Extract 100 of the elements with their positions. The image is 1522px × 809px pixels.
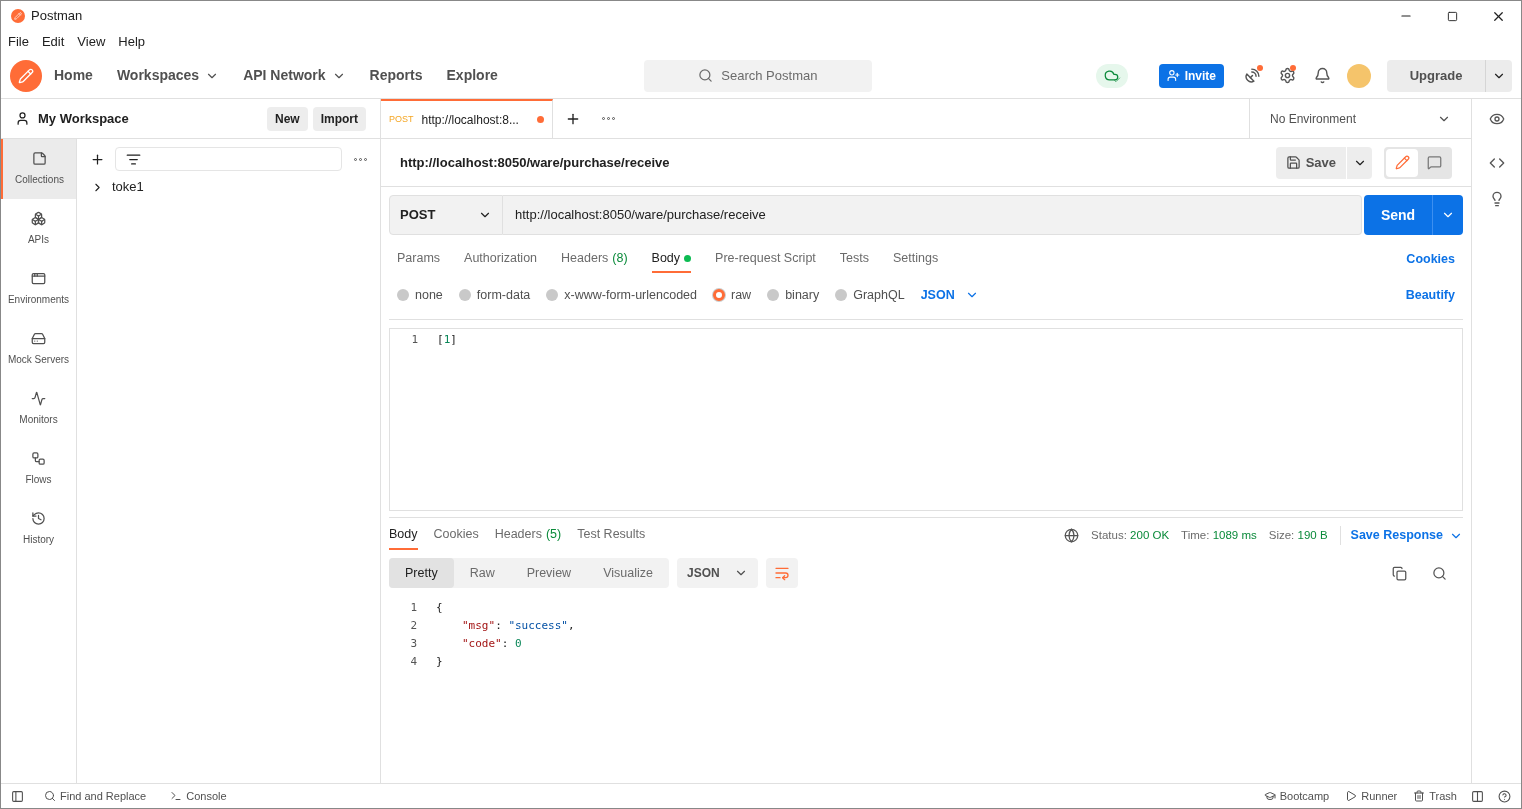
window-title: Postman: [31, 7, 83, 26]
copy-icon[interactable]: [1392, 565, 1407, 581]
new-button[interactable]: New: [266, 106, 308, 131]
body-type-radio[interactable]: form-data: [458, 285, 531, 305]
eye-icon[interactable]: [1488, 111, 1505, 127]
user-icon: [15, 111, 30, 126]
two-pane-icon[interactable]: [1471, 789, 1484, 803]
response-meta: Status: 200 OK: [1091, 527, 1170, 543]
import-button[interactable]: Import: [312, 106, 366, 131]
save-icon: [1285, 155, 1301, 170]
activity-icon: [31, 391, 46, 406]
format-select[interactable]: JSON: [920, 285, 979, 305]
code-line: }: [436, 654, 443, 670]
app-logo-icon: [11, 9, 25, 23]
response-tab[interactable]: Cookies: [433, 521, 479, 550]
response-format-select[interactable]: JSON: [676, 558, 758, 588]
drive-icon: [31, 331, 46, 346]
maximize-icon: [1446, 10, 1458, 22]
search-field[interactable]: Search Postman: [643, 59, 872, 92]
filter-field[interactable]: [115, 147, 342, 171]
search-placeholder: Search Postman: [721, 66, 818, 85]
view-mode-tab[interactable]: Pretty: [389, 558, 454, 588]
cookies-link[interactable]: Cookies: [1406, 249, 1455, 269]
add-icon[interactable]: [90, 151, 105, 167]
line-number: 2: [409, 618, 418, 634]
search-icon[interactable]: [1432, 565, 1447, 581]
sidebar-item[interactable]: Environments: [1, 259, 76, 319]
nav-item[interactable]: API Network: [243, 65, 346, 86]
trash-button[interactable]: Trash: [1413, 787, 1457, 805]
postman-logo-icon[interactable]: [10, 59, 42, 92]
filter-icon: [126, 151, 141, 167]
menu-item[interactable]: View: [77, 32, 106, 52]
nav-item[interactable]: Workspaces: [116, 65, 220, 86]
note-icon: [32, 151, 47, 166]
request-option-tab[interactable]: Tests: [839, 245, 869, 273]
trash-icon: [1413, 790, 1426, 802]
sidebar-item[interactable]: Monitors: [1, 379, 76, 439]
beautify-link[interactable]: Beautify: [1405, 285, 1455, 305]
request-option-tab[interactable]: Body: [651, 245, 692, 273]
search-icon: [698, 68, 714, 83]
sidebar-item[interactable]: History: [1, 499, 76, 559]
terminal-icon: [170, 790, 183, 802]
sidebar-item[interactable]: Mock Servers: [1, 319, 76, 379]
body-type-radio[interactable]: none: [397, 285, 443, 305]
save-response-button[interactable]: Save Response: [1339, 526, 1463, 545]
runner-button[interactable]: Runner: [1345, 787, 1398, 805]
nav-item[interactable]: Home: [54, 65, 93, 86]
globe-icon: [1064, 528, 1080, 543]
workspace-name: My Workspace: [38, 109, 129, 128]
history-icon: [31, 511, 46, 526]
collection-item[interactable]: toke1: [77, 173, 380, 201]
cloud-sync-icon[interactable]: [1095, 63, 1128, 88]
sidebar-item[interactable]: Flows: [1, 439, 76, 499]
satellite-icon[interactable]: [1244, 67, 1261, 84]
invite-button[interactable]: Invite: [1158, 63, 1224, 88]
line-number: 3: [409, 636, 418, 652]
sidebar-item[interactable]: APIs: [1, 199, 76, 259]
save-button[interactable]: Save: [1275, 146, 1346, 179]
console-button[interactable]: Console: [170, 787, 227, 805]
body-type-radio[interactable]: x-www-form-urlencoded: [546, 285, 697, 305]
code-line: [1]: [437, 332, 457, 348]
sidebar-item[interactable]: Collections: [1, 139, 76, 199]
request-tab[interactable]: POST http://localhost:8...: [381, 99, 553, 138]
menu-item[interactable]: Edit: [41, 32, 65, 52]
settings-icon[interactable]: [1279, 67, 1296, 84]
request-title: http://localhost:8050/ware/purchase/receive: [400, 153, 670, 172]
workflow-icon: [31, 451, 46, 466]
nav-item[interactable]: Reports: [369, 65, 423, 86]
response-meta: Time: 1089 ms: [1181, 527, 1257, 543]
menu-item[interactable]: File: [8, 32, 29, 52]
request-option-tab[interactable]: Params: [397, 245, 441, 273]
view-mode-tab[interactable]: Raw: [453, 558, 511, 588]
code-line: "msg": "success",: [462, 618, 575, 634]
request-option-tab[interactable]: Pre-request Script: [715, 245, 816, 273]
menu-item[interactable]: Help: [118, 32, 146, 52]
notification-bell-icon[interactable]: [1314, 67, 1331, 84]
body-type-radio[interactable]: raw: [713, 285, 752, 305]
response-tab[interactable]: Test Results: [577, 521, 646, 550]
body-type-radio[interactable]: GraphQL: [835, 285, 905, 305]
view-mode-tab[interactable]: Visualize: [587, 558, 669, 588]
body-type-radio[interactable]: binary: [767, 285, 820, 305]
nav-item[interactable]: Explore: [446, 65, 498, 86]
request-option-tab[interactable]: Settings: [893, 245, 939, 273]
response-tab[interactable]: Body: [389, 521, 418, 550]
bootcamp-button[interactable]: Bootcamp: [1263, 787, 1330, 805]
environment-select[interactable]: No Environment: [1249, 99, 1471, 138]
url-field[interactable]: http://localhost:8050/ware/purchase/receive: [503, 195, 1362, 235]
sidebar-toggle-icon[interactable]: [11, 789, 24, 803]
edit-icon[interactable]: [1386, 148, 1418, 177]
view-mode-tab[interactable]: Preview: [510, 558, 588, 588]
method-select[interactable]: POST: [389, 195, 503, 235]
help-icon[interactable]: [1498, 789, 1511, 803]
request-option-tab[interactable]: Headers (8): [561, 245, 628, 273]
find-replace-button[interactable]: Find and Replace: [44, 787, 147, 805]
request-option-tab[interactable]: Authorization: [464, 245, 538, 273]
response-tab[interactable]: Headers (5): [494, 521, 562, 550]
line-number: 1: [409, 600, 418, 616]
wrap-text-icon[interactable]: [765, 558, 798, 588]
request-body-editor[interactable]: 1 [1]: [389, 328, 1463, 511]
code-icon[interactable]: [1488, 155, 1505, 171]
